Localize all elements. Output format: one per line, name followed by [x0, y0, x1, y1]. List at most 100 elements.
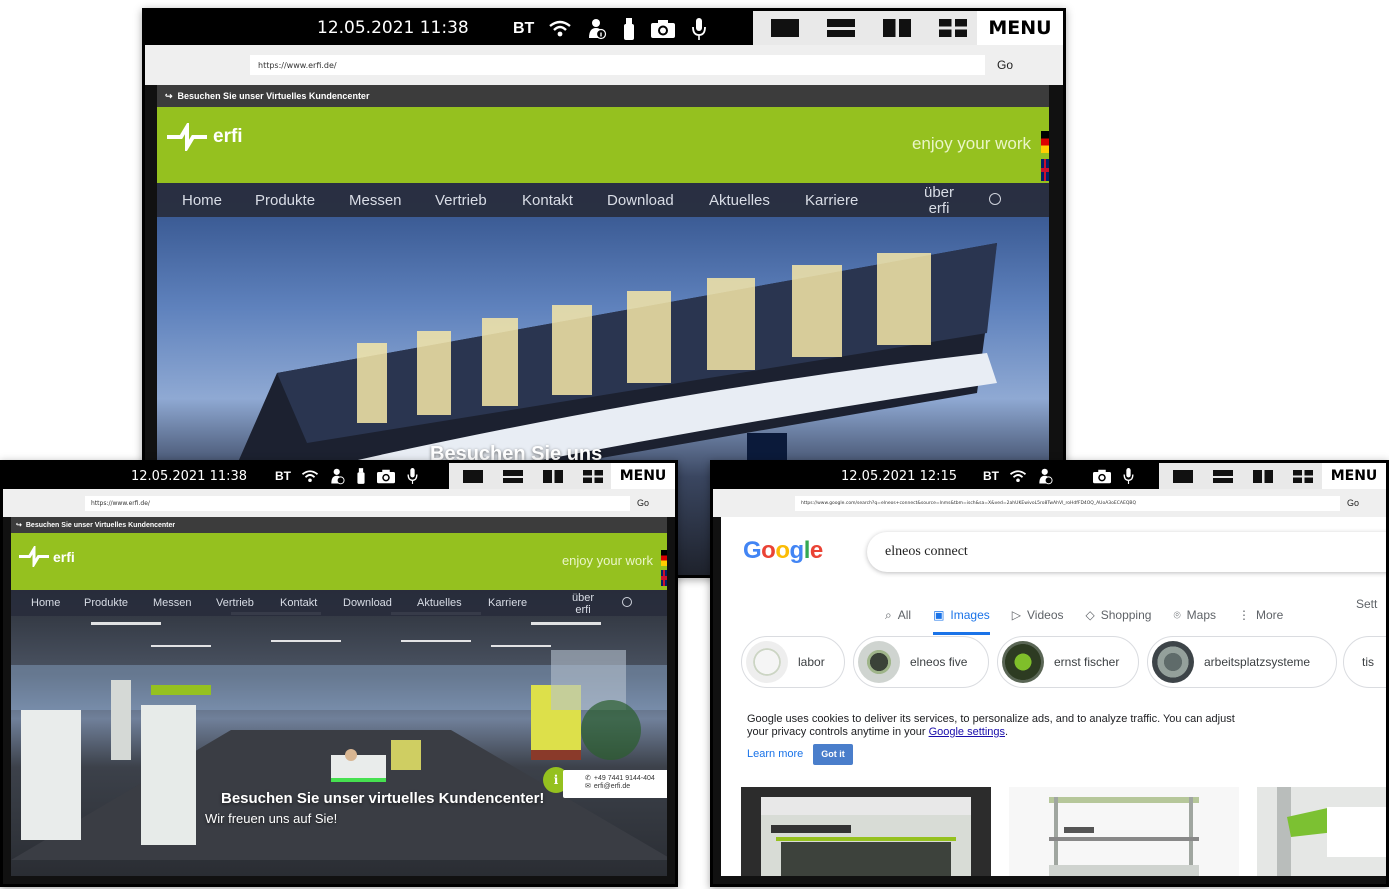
erfi-logo-mark [167, 123, 207, 151]
virtual-center-link[interactable]: ↪ Besuchen Sie unser Virtuelles Kundence… [157, 85, 1049, 107]
logo-text: erfi [213, 126, 243, 147]
person-info-icon[interactable] [1037, 468, 1054, 485]
flag-germany-icon[interactable] [1041, 131, 1049, 153]
nav-produkte[interactable]: Produkte [255, 192, 315, 209]
tab-maps[interactable]: ⌾ Maps [1173, 608, 1216, 623]
tab-shopping[interactable]: ◇ Shopping [1086, 608, 1152, 622]
usb-icon[interactable] [356, 467, 366, 485]
search-input[interactable]: elneos connect [867, 532, 1386, 572]
go-button[interactable]: Go [1340, 498, 1366, 508]
image-result-1[interactable] [741, 787, 991, 876]
nav-vertrieb[interactable]: Vertrieb [216, 597, 254, 609]
flag-uk-icon[interactable] [1041, 159, 1049, 181]
user-account-icon[interactable] [622, 597, 632, 607]
wifi-icon[interactable] [1009, 469, 1027, 484]
layout-split-vertical-icon[interactable] [1253, 469, 1273, 483]
google-logo[interactable]: Google [743, 537, 823, 565]
datetime: 12.05.2021 12:15 [841, 468, 958, 484]
camera-icon[interactable] [650, 19, 676, 39]
mail-icon: ✉ [585, 783, 591, 790]
nav-aktuelles[interactable]: Aktuelles [417, 597, 462, 609]
chip-ernst-fischer[interactable]: ernst fischer [997, 636, 1139, 688]
bluetooth-label[interactable]: BT [275, 469, 291, 483]
chip-thumbnail [1152, 641, 1194, 683]
tab-more[interactable]: ⋮ More [1238, 608, 1283, 622]
nav-home[interactable]: Home [31, 597, 60, 609]
wifi-icon[interactable] [301, 469, 319, 484]
person-info-icon[interactable] [586, 18, 608, 40]
layout-quad-icon[interactable] [583, 469, 603, 483]
showroom-illustration [11, 612, 667, 860]
chip-elneos-five[interactable]: elneos five [853, 636, 989, 688]
layout-split-horizontal-icon[interactable] [1213, 469, 1233, 483]
virtual-center-link[interactable]: ↪ Besuchen Sie unser Virtuelles Kundence… [11, 517, 667, 533]
erfi-logo[interactable]: erfi [19, 546, 75, 567]
browser-url-bar: https://www.erfi.de/ Go [3, 489, 675, 517]
layout-quad-icon[interactable] [1293, 469, 1313, 483]
camera-icon[interactable] [376, 469, 396, 484]
tab-all[interactable]: ⌕ All [885, 608, 911, 623]
nav-produkte[interactable]: Produkte [84, 597, 128, 609]
flag-uk-icon[interactable] [661, 570, 667, 586]
layout-split-vertical-icon[interactable] [543, 469, 563, 483]
nav-karriere[interactable]: Karriere [488, 597, 527, 609]
wifi-icon[interactable] [548, 19, 572, 39]
layout-split-horizontal-icon[interactable] [827, 19, 855, 37]
go-button[interactable]: Go [985, 58, 1025, 72]
search-query: elneos connect [885, 544, 968, 559]
image-result-3[interactable] [1257, 787, 1386, 876]
nav-aktuelles[interactable]: Aktuelles [709, 192, 770, 209]
camera-icon[interactable] [1092, 469, 1112, 484]
layout-single-icon[interactable] [771, 19, 799, 37]
layout-split-vertical-icon[interactable] [883, 19, 911, 37]
chip-tis[interactable]: tis [1343, 636, 1386, 688]
nav-home[interactable]: Home [182, 192, 222, 209]
person-info-icon[interactable] [329, 468, 346, 485]
tab-images[interactable]: ▣ Images [933, 608, 990, 635]
main-navigation: Home Produkte Messen Vertrieb Kontakt Do… [11, 590, 667, 616]
layout-quad-icon[interactable] [939, 19, 967, 37]
url-input[interactable]: https://www.erfi.de/ [250, 55, 985, 75]
url-input[interactable]: https://www.erfi.de/ [85, 495, 630, 511]
menu-button[interactable]: MENU [977, 11, 1063, 45]
nav-download[interactable]: Download [607, 192, 674, 209]
image-result-2[interactable] [1009, 787, 1239, 876]
google-settings-link[interactable]: Google settings [929, 726, 1005, 738]
layout-split-horizontal-icon[interactable] [503, 469, 523, 483]
usb-icon[interactable] [622, 17, 636, 41]
nav-messen[interactable]: Messen [153, 597, 192, 609]
nav-ueber-erfi[interactable]: über erfi [919, 185, 959, 217]
tab-videos[interactable]: ▷ Videos [1012, 608, 1064, 622]
layout-single-icon[interactable] [1173, 469, 1193, 483]
bluetooth-label[interactable]: BT [513, 20, 534, 38]
microphone-icon[interactable] [1122, 467, 1135, 485]
tab-label: Images [950, 608, 990, 622]
flag-germany-icon[interactable] [661, 550, 667, 566]
layout-single-icon[interactable] [463, 469, 483, 483]
menu-button[interactable]: MENU [611, 463, 675, 489]
nav-vertrieb[interactable]: Vertrieb [435, 192, 487, 209]
nav-karriere[interactable]: Karriere [805, 192, 858, 209]
workbench-image [761, 797, 971, 876]
chip-labor[interactable]: labor [741, 636, 845, 688]
microphone-icon[interactable] [690, 17, 708, 41]
menu-button[interactable]: MENU [1322, 463, 1386, 489]
contact-phone[interactable]: +49 7441 9144-404 [594, 775, 655, 782]
chip-arbeitsplatzsysteme[interactable]: arbeitsplatzsysteme [1147, 636, 1337, 688]
microphone-icon[interactable] [406, 467, 419, 485]
go-button[interactable]: Go [630, 498, 656, 508]
nav-kontakt[interactable]: Kontakt [522, 192, 573, 209]
url-input[interactable]: https://www.google.com/search?q=elneos+c… [795, 495, 1340, 511]
got-it-button[interactable]: Got it [813, 744, 853, 765]
erfi-logo[interactable]: erfi [167, 123, 243, 151]
settings-link[interactable]: Sett [1356, 597, 1377, 611]
nav-download[interactable]: Download [343, 597, 392, 609]
nav-messen[interactable]: Messen [349, 192, 402, 209]
chip-thumbnail [858, 641, 900, 683]
learn-more-link[interactable]: Learn more [747, 748, 803, 761]
nav-kontakt[interactable]: Kontakt [280, 597, 317, 609]
user-account-icon[interactable] [989, 193, 1001, 205]
bluetooth-label[interactable]: BT [983, 469, 999, 483]
contact-email[interactable]: erfi@erfi.de [594, 783, 630, 790]
nav-ueber-erfi[interactable]: über erfi [566, 592, 600, 616]
